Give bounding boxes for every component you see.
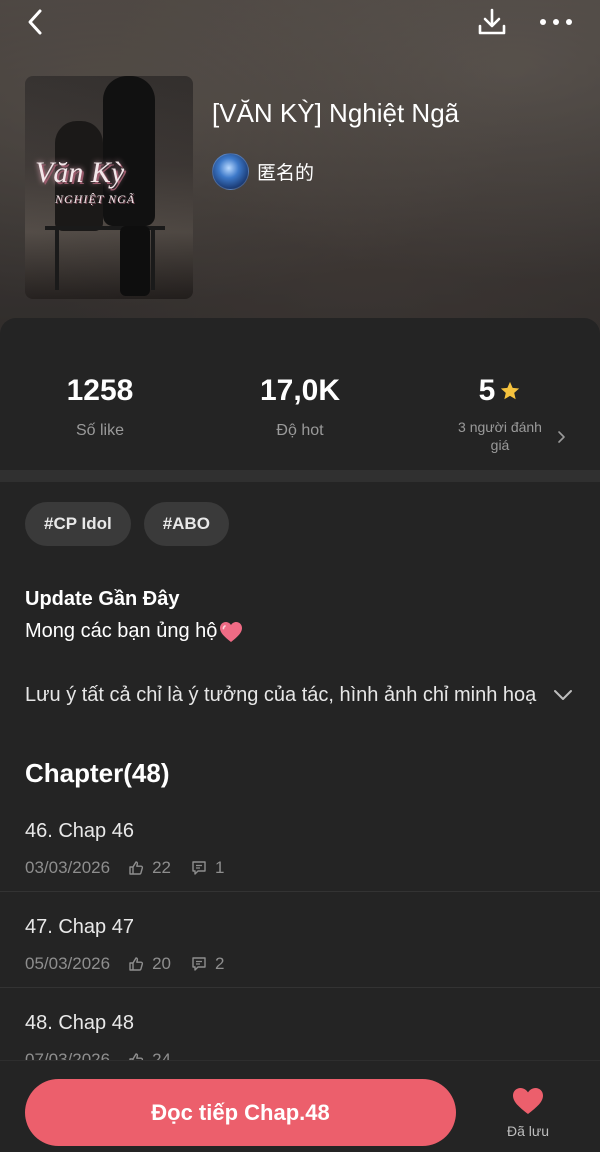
cover-figure [120, 226, 150, 296]
stats-row: 1258 Số like 17,0K Độ hot 5 3 người đánh… [0, 318, 600, 470]
chapter-item[interactable]: 48. Chap 48 07/03/2026 24 [0, 988, 600, 1060]
comment-icon [192, 861, 206, 875]
chevron-down-icon[interactable] [552, 688, 574, 702]
chapter-item[interactable]: 46. Chap 46 03/03/2026 22 1 [0, 796, 600, 892]
update-title: Update Gần Đây [25, 588, 180, 610]
update-text: Mong các bạn ủng hộ [25, 620, 218, 642]
content-panel: 1258 Số like 17,0K Độ hot 5 3 người đánh… [0, 318, 600, 1152]
chapter-title: 47. Chap 47 [25, 916, 134, 938]
likes-value: 1258 [66, 374, 134, 407]
hot-label: Độ hot [276, 422, 324, 439]
chapter-meta: 03/03/2026 22 1 [25, 858, 224, 878]
chapters-heading: Chapter(48) [25, 758, 170, 788]
author-link[interactable]: 匿名的 [212, 152, 314, 190]
stat-rating[interactable]: 5 3 người đánh giá [400, 374, 600, 454]
stat-hot: 17,0K Độ hot [200, 374, 400, 440]
saved-label: Đã lưu [506, 1123, 550, 1139]
chapter-likes: 20 [152, 954, 172, 973]
book-cover[interactable]: Văn Kỳ NGHIỆT NGÃ [25, 76, 193, 299]
stat-likes: 1258 Số like [0, 374, 200, 440]
chevron-left-icon [28, 9, 42, 35]
book-title: [VĂN KỲ] Nghiệt Ngã [212, 98, 460, 128]
section-divider [0, 470, 600, 482]
heart-emoji-icon [220, 621, 243, 642]
tag-list: #CP Idol #ABO [25, 502, 229, 546]
top-bar [0, 0, 600, 46]
heart-icon [513, 1088, 543, 1114]
comment-icon [192, 957, 206, 971]
chapter-title: 48. Chap 48 [25, 1012, 134, 1034]
chapter-title: 46. Chap 46 [25, 820, 134, 842]
rating-value: 5 [478, 374, 496, 407]
chapter-meta: 07/03/2026 24 [25, 1050, 191, 1060]
update-text-row: Mong các bạn ủng hộ [25, 620, 243, 643]
chapter-likes: 22 [152, 858, 172, 877]
download-button[interactable] [476, 6, 508, 38]
thumbs-up-icon [129, 1053, 144, 1060]
continue-reading-button[interactable]: Đọc tiếp Chap.48 [25, 1079, 456, 1146]
tag-abo[interactable]: #ABO [143, 502, 229, 546]
rating-display: 5 [479, 374, 522, 408]
tag-cp-idol[interactable]: #CP Idol [25, 502, 131, 546]
likes-label: Số like [75, 422, 125, 439]
avatar [212, 152, 249, 190]
back-button[interactable] [22, 8, 50, 36]
chapter-comments: 1 [215, 858, 225, 877]
description: Lưu ý tất cả chỉ là ý tưởng của tác, hìn… [25, 684, 537, 706]
more-horizontal-icon [540, 19, 572, 25]
saved-button[interactable]: Đã lưu [488, 1087, 568, 1139]
chapter-comments: 2 [215, 954, 225, 973]
bottom-bar: Đọc tiếp Chap.48 Đã lưu [0, 1060, 600, 1152]
chapter-likes: 24 [152, 1050, 172, 1060]
chapter-date: 03/03/2026 [25, 858, 111, 877]
rating-label: 3 người đánh giá [458, 419, 542, 453]
chevron-right-icon [558, 431, 565, 443]
chapter-list: 46. Chap 46 03/03/2026 22 1 47. Chap 47 … [0, 796, 600, 1060]
thumbs-up-icon [129, 957, 144, 971]
author-name: 匿名的 [257, 161, 315, 184]
thumbs-up-icon [129, 861, 144, 875]
more-button[interactable] [538, 8, 574, 36]
chapter-item[interactable]: 47. Chap 47 05/03/2026 20 2 [0, 892, 600, 988]
chapter-date: 07/03/2026 [25, 1050, 111, 1060]
chapter-meta: 05/03/2026 20 2 [25, 954, 224, 974]
cover-subtitle: NGHIỆT NGÃ [55, 192, 136, 206]
star-icon [501, 381, 520, 400]
cover-title: Văn Kỳ [35, 156, 125, 189]
hot-value: 17,0K [259, 374, 341, 407]
chapter-date: 05/03/2026 [25, 954, 111, 973]
download-icon [478, 8, 506, 35]
